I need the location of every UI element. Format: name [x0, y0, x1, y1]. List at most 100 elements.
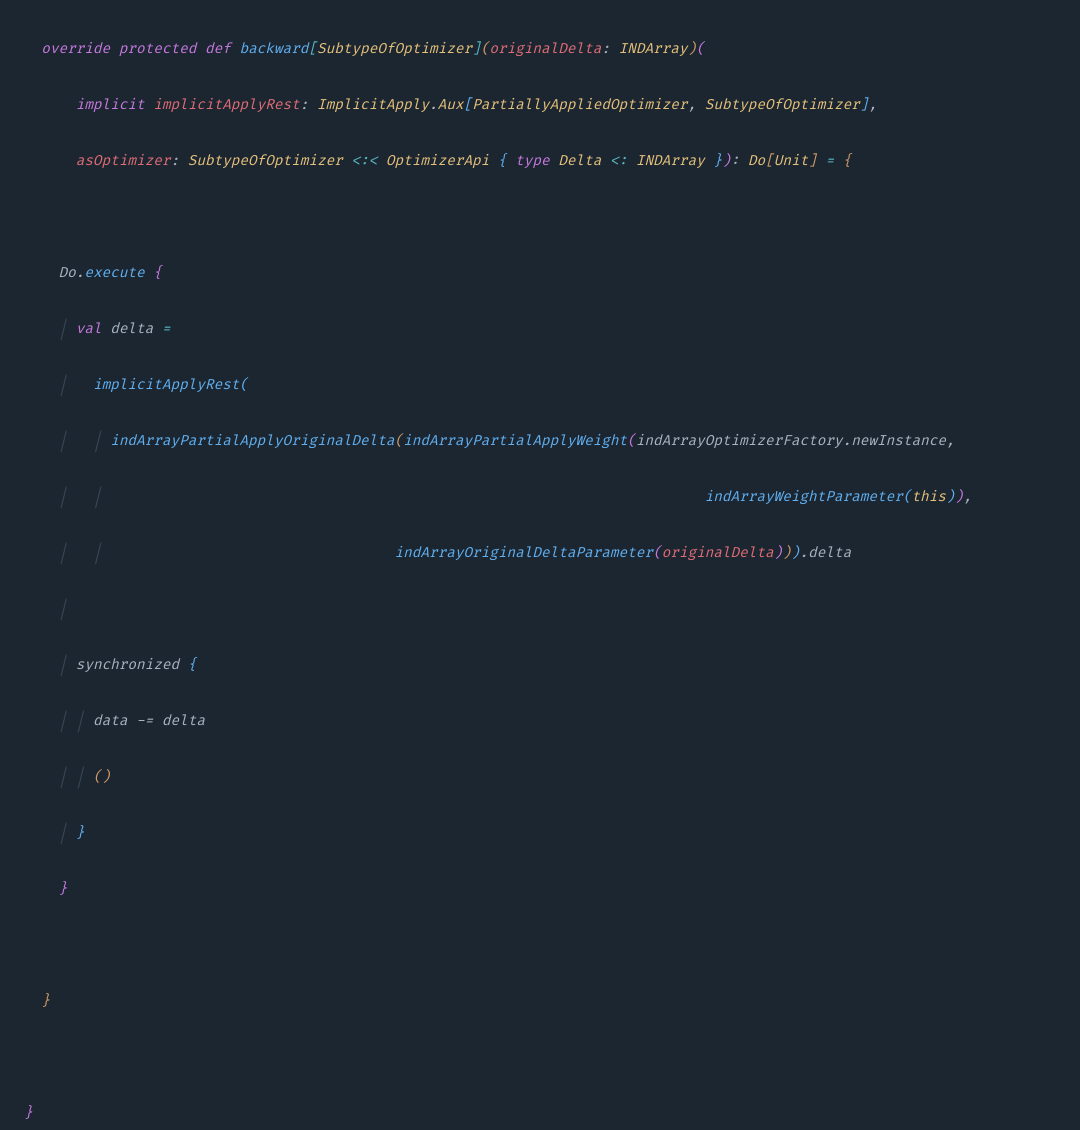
type: Aux [438, 97, 464, 114]
code-line: │ │ data -= delta [24, 708, 1080, 736]
paren-close: ) [946, 489, 955, 506]
code-line: │ │ indArrayOriginalDeltaParameter(origi… [24, 540, 1080, 568]
brace-close: } [41, 993, 50, 1010]
code-line: │ val delta = [24, 316, 1080, 344]
paren-open: ( [239, 377, 248, 394]
colon: : [300, 97, 317, 114]
dot: . [843, 433, 852, 450]
keyword-val: val [76, 321, 102, 338]
indent-guide: │ [58, 825, 67, 842]
paren-open: ( [696, 41, 705, 58]
equals: = [162, 321, 171, 338]
code-line: │ } [24, 820, 1080, 848]
paren-open: ( [395, 433, 404, 450]
paren-close: ) [102, 769, 111, 786]
method-call: execute [84, 265, 144, 282]
type: SubtypeOfOptimizer [188, 153, 343, 170]
indent-guide: │ [93, 489, 102, 506]
object-ref: Do [58, 265, 75, 282]
paren-close: ) [782, 545, 791, 562]
indent-guide: │ [58, 769, 67, 786]
comma: , [868, 97, 877, 114]
code-line: │ synchronized { [24, 652, 1080, 680]
code-line: │ │ () [24, 764, 1080, 792]
equals: = [825, 153, 834, 170]
type: OptimizerApi [386, 153, 489, 170]
brace-close: } [58, 881, 67, 898]
param-name: asOptimizer [76, 153, 171, 170]
code-line: override protected def backward[SubtypeO… [24, 36, 1080, 64]
comma: , [963, 489, 972, 506]
code-line-empty: │ [24, 596, 1080, 624]
keyword-this: this [911, 489, 945, 506]
type: SubtypeOfOptimizer [705, 97, 860, 114]
brace-close: } [24, 1105, 33, 1122]
type: PartiallyAppliedOptimizer [472, 97, 687, 114]
code-line: │ │ indArrayPartialApplyOriginalDelta(in… [24, 428, 1080, 456]
method-call: indArrayWeightParameter [705, 489, 903, 506]
colon: : [170, 153, 187, 170]
bracket-close: ] [472, 41, 481, 58]
code-editor[interactable]: override protected def backward[SubtypeO… [0, 8, 1080, 1130]
method-call: indArrayPartialApplyWeight [403, 433, 627, 450]
bracket-open: [ [765, 153, 774, 170]
indent-guide: │ [58, 377, 67, 394]
paren-close: ) [955, 489, 964, 506]
indent-guide: │ [58, 489, 67, 506]
operator: -= [136, 713, 153, 730]
type: Unit [774, 153, 808, 170]
identifier: indArrayOptimizerFactory [636, 433, 843, 450]
keyword-override: override [41, 41, 110, 58]
param-name: implicitApplyRest [153, 97, 299, 114]
method-name: backward [239, 41, 308, 58]
method-call: implicitApplyRest [93, 377, 239, 394]
paren-close: ) [722, 153, 731, 170]
code-line-empty [24, 932, 1080, 960]
comma: , [687, 97, 704, 114]
method-call: indArrayOriginalDeltaParameter [395, 545, 653, 562]
method-call: synchronized [76, 657, 179, 674]
variable-name: delta [110, 321, 153, 338]
brace-open: { [498, 153, 507, 170]
comma: , [946, 433, 955, 450]
code-line: asOptimizer: SubtypeOfOptimizer <:< Opti… [24, 148, 1080, 176]
indent-guide: │ [93, 545, 102, 562]
colon: : [601, 41, 618, 58]
keyword-type: type [515, 153, 549, 170]
paren-close: ) [688, 41, 697, 58]
type: INDArray [636, 153, 705, 170]
code-line: │ implicitApplyRest( [24, 372, 1080, 400]
code-line-empty [24, 1044, 1080, 1072]
keyword-protected: protected [119, 41, 197, 58]
code-line: } [24, 988, 1080, 1016]
indent-guide: │ [58, 433, 67, 450]
bracket-open: [ [308, 41, 317, 58]
operator: <: [610, 153, 627, 170]
operator: <:< [351, 153, 377, 170]
indent-guide: │ [76, 713, 85, 730]
code-line: Do.execute { [24, 260, 1080, 288]
return-type: Do [748, 153, 765, 170]
variable-ref: delta [162, 713, 205, 730]
indent-guide: │ [58, 657, 67, 674]
property: delta [808, 545, 851, 562]
indent-guide: │ [58, 601, 67, 618]
brace-close: } [713, 153, 722, 170]
variable-ref: originalDelta [662, 545, 774, 562]
keyword-def: def [205, 41, 231, 58]
brace-close: } [76, 825, 85, 842]
paren-open: ( [627, 433, 636, 450]
indent-guide: │ [93, 433, 102, 450]
type: Delta [558, 153, 601, 170]
indent-guide: │ [76, 769, 85, 786]
param-type: INDArray [619, 41, 688, 58]
colon: : [731, 153, 748, 170]
paren-close: ) [791, 545, 800, 562]
indent-guide: │ [58, 321, 67, 338]
type: ImplicitApply [317, 97, 429, 114]
indent-guide: │ [58, 545, 67, 562]
code-line: } [24, 1100, 1080, 1128]
code-line: implicit implicitApplyRest: ImplicitAppl… [24, 92, 1080, 120]
code-line: │ │ indArrayWeightParameter(this)), [24, 484, 1080, 512]
type-param: SubtypeOfOptimizer [317, 41, 472, 58]
